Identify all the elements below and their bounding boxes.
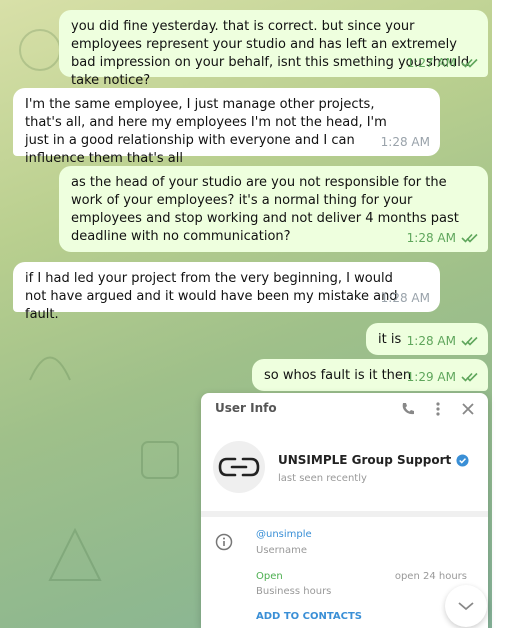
doodle-pattern: [48, 527, 102, 581]
section-divider: [201, 511, 488, 517]
message-time: 1:27 AM: [406, 56, 456, 70]
username-value[interactable]: @unsimple: [256, 529, 312, 540]
last-seen-status: last seen recently: [278, 473, 367, 484]
message-bubble-outgoing[interactable]: so whos fault is it then 1:29 AM: [252, 359, 488, 391]
message-bubble-incoming[interactable]: if I had led your project from the very …: [13, 262, 440, 322]
more-options-icon[interactable]: [430, 401, 446, 417]
business-hours-label: Business hours: [256, 586, 332, 597]
message-meta: 1:27 AM: [407, 54, 478, 72]
verified-badge-icon: [456, 453, 469, 467]
profile-summary: UNSIMPLE Group Support last seen recentl…: [201, 433, 488, 513]
user-info-header: User Info: [201, 393, 488, 425]
chevron-down-icon: [458, 602, 474, 611]
group-name-text: UNSIMPLE Group Support: [278, 453, 452, 467]
message-time: 1:28 AM: [406, 334, 456, 348]
username-label: Username: [256, 545, 307, 556]
chain-link-logo: [218, 457, 260, 477]
window-edge: [492, 0, 505, 628]
message-bubble-incoming[interactable]: I'm the same employee, I just manage oth…: [13, 88, 440, 166]
info-icon: [215, 533, 233, 551]
message-meta: 1:29 AM: [407, 368, 478, 386]
phone-icon[interactable]: [400, 401, 416, 417]
message-text: if I had led your project from the very …: [25, 271, 398, 322]
message-time: 1:29 AM: [406, 370, 456, 384]
message-text: I'm the same employee, I just manage oth…: [25, 97, 387, 166]
message-meta: 1:28 AM: [407, 229, 478, 247]
panel-title: User Info: [215, 401, 277, 415]
message-time: 1:28 AM: [380, 291, 430, 305]
scroll-down-button[interactable]: [445, 585, 487, 627]
message-time: 1:28 AM: [406, 231, 456, 245]
message-bubble-outgoing[interactable]: as the head of your studio are you not r…: [59, 166, 488, 252]
doodle-pattern: [141, 441, 179, 479]
message-meta: 1:28 AM: [381, 289, 430, 307]
double-check-icon: [461, 336, 478, 346]
message-time: 1:28 AM: [380, 135, 430, 149]
group-name: UNSIMPLE Group Support: [278, 453, 469, 467]
double-check-icon: [461, 372, 478, 382]
business-hours-value[interactable]: open 24 hours: [395, 571, 467, 582]
business-status: Open: [256, 571, 283, 582]
doodle-pattern: [29, 356, 71, 381]
add-to-contacts-button[interactable]: ADD TO CONTACTS: [256, 611, 362, 622]
message-bubble-outgoing[interactable]: you did fine yesterday. that is correct.…: [59, 10, 488, 88]
double-check-icon: [461, 233, 478, 243]
message-meta: 1:28 AM: [381, 133, 430, 151]
message-meta: 1:28 AM: [407, 332, 478, 350]
message-bubble-outgoing[interactable]: it is 1:28 AM: [366, 323, 488, 355]
user-info-panel: User Info UNSIMPLE Group Support last se…: [201, 393, 488, 628]
avatar[interactable]: [213, 441, 265, 493]
double-check-icon: [461, 58, 478, 68]
close-icon[interactable]: [460, 401, 476, 417]
